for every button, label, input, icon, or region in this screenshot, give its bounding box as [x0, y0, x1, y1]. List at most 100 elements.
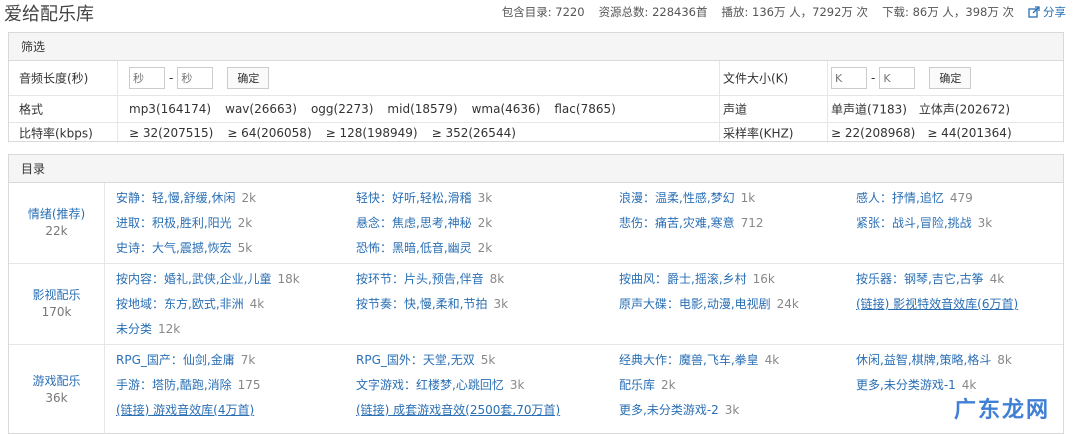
catalog-item-label[interactable]: 文字游戏：红楼梦,心跳回忆 — [356, 378, 504, 392]
catalog-item-label[interactable]: 浪漫：温柔,性感,梦幻 — [619, 191, 735, 205]
catalog-item[interactable]: 感人：抒情,追忆 479 — [856, 186, 1061, 211]
format-option[interactable]: mp3(164174) — [129, 102, 211, 116]
catalog-item-label[interactable]: 按节奏：快,慢,柔和,节拍 — [356, 297, 487, 311]
catalog-item[interactable]: 进取：积极,胜利,阳光 2k — [116, 211, 356, 236]
format-option[interactable]: flac(7865) — [554, 102, 615, 116]
group-name[interactable]: 游戏配乐 — [9, 373, 104, 390]
catalog-item-label[interactable]: 按内容：婚礼,武侠,企业,儿童 — [116, 272, 271, 286]
catalog-item-label[interactable]: 安静：轻,慢,舒缓,休闲 — [116, 191, 235, 205]
catalog-item[interactable]: 原声大碟：电影,动漫,电视剧 24k — [619, 292, 856, 317]
duration-min-input[interactable] — [129, 67, 165, 89]
catalog-item-count: 2k — [477, 241, 493, 255]
catalog-item-label[interactable]: RPG_国产：仙剑,金庸 — [116, 353, 235, 367]
group-items: 按内容：婚礼,武侠,企业,儿童 18k 按环节：片头,预告,伴音 8k 按曲风：爵士,摇… — [116, 267, 1061, 342]
format-option[interactable]: ogg(2273) — [311, 102, 373, 116]
catalog-item[interactable]: RPG_国外：天堂,无双 5k — [356, 348, 619, 373]
catalog-item-label[interactable]: 恐怖：黑暗,低音,幽灵 — [356, 241, 472, 255]
bitrate-option[interactable]: ≥ 64(206058) — [227, 126, 311, 140]
catalog-item[interactable]: 文字游戏：红楼梦,心跳回忆 3k — [356, 373, 619, 398]
catalog-item-count: 175 — [237, 378, 261, 392]
catalog-item[interactable]: 悬念：焦虑,思考,神秘 2k — [356, 211, 619, 236]
stats-bar: 包含目录: 7220 资源总数: 228436首 播放: 136万 人，7292… — [502, 4, 1066, 20]
format-option[interactable]: mid(18579) — [387, 102, 457, 116]
samplerate-option[interactable]: ≥ 22(208968) — [831, 126, 915, 140]
group-title[interactable]: 情绪(推荐) 22k — [9, 206, 104, 240]
catalog-item-label[interactable]: 更多,未分类游戏-1 — [856, 378, 956, 392]
bitrate-option[interactable]: ≥ 32(207515) — [129, 126, 213, 140]
catalog-item[interactable]: 悲伤：痛苦,灾难,寒意 712 — [619, 211, 856, 236]
catalog-item-label[interactable]: 按曲风：爵士,摇滚,乡村 — [619, 272, 747, 286]
catalog-item-label[interactable]: (链接) 游戏音效库(4万首) — [116, 403, 254, 417]
catalog-item-label[interactable]: 经典大作：魔兽,飞车,拳皇 — [619, 353, 759, 367]
play-stats: 播放: 136万 人，7292万 次 — [721, 5, 869, 19]
catalog-item-count: 4k — [989, 272, 1005, 286]
catalog-item-label[interactable]: (链接) 成套游戏音效(2500套,70万首) — [356, 403, 560, 417]
catalog-item[interactable]: 按节奏：快,慢,柔和,节拍 3k — [356, 292, 619, 317]
catalog-link-item[interactable]: (链接) 影视特效音效库(6万首) — [856, 292, 1061, 317]
catalog-item-label[interactable]: 按环节：片头,预告,伴音 — [356, 272, 484, 286]
range-separator: - — [871, 71, 876, 85]
format-option[interactable]: wav(26663) — [225, 102, 297, 116]
catalog-item[interactable]: 轻快：好听,轻松,滑稽 3k — [356, 186, 619, 211]
duration-max-input[interactable] — [177, 67, 214, 89]
catalog-item-label[interactable]: 按乐器：钢琴,吉它,古筝 — [856, 272, 984, 286]
catalog-item-label[interactable]: 悲伤：痛苦,灾难,寒意 — [619, 216, 735, 230]
samplerate-option[interactable]: ≥ 44(201364) — [927, 126, 1011, 140]
catalog-item-count: 18k — [277, 272, 300, 286]
group-title[interactable]: 影视配乐 170k — [9, 287, 104, 321]
catalog-item-label[interactable]: 轻快：好听,轻松,滑稽 — [356, 191, 472, 205]
catalog-item[interactable]: 手游：塔防,酷跑,消除 175 — [116, 373, 356, 398]
filter-row-bitrate: 比特率(kbps) ≥ 32(207515) ≥ 64(206058) ≥ 12… — [9, 123, 1063, 143]
catalog-item[interactable]: 按乐器：钢琴,吉它,古筝 4k — [856, 267, 1061, 292]
share-button[interactable]: 分享 — [1028, 4, 1066, 20]
group-count: 36k — [45, 390, 68, 405]
catalog-item-label[interactable]: 手游：塔防,酷跑,消除 — [116, 378, 232, 392]
catalog-item-count: 2k — [477, 216, 493, 230]
catalog-item[interactable]: 配乐库 2k — [619, 373, 856, 398]
catalog-item-label[interactable]: 按地域：东方,欧式,非洲 — [116, 297, 244, 311]
catalog-item-label[interactable]: (链接) 影视特效音效库(6万首) — [856, 297, 1018, 311]
catalog-item[interactable]: RPG_国产：仙剑,金庸 7k — [116, 348, 356, 373]
bitrate-option[interactable]: ≥ 352(26544) — [432, 126, 516, 140]
catalog-item-label[interactable]: 原声大碟：电影,动漫,电视剧 — [619, 297, 771, 311]
filesize-min-input[interactable] — [831, 67, 867, 89]
catalog-item[interactable]: 紧张：战斗,冒险,挑战 3k — [856, 211, 1061, 236]
filesize-ok-button[interactable]: 确定 — [929, 67, 972, 89]
catalog-item[interactable]: 经典大作：魔兽,飞车,拳皇 4k — [619, 348, 856, 373]
group-items: RPG_国产：仙剑,金庸 7k RPG_国外：天堂,无双 5k 经典大作：魔兽,飞车,拳… — [116, 348, 1061, 423]
catalog-link-item[interactable]: (链接) 游戏音效库(4万首) — [116, 398, 356, 423]
catalog-item[interactable]: 休闲,益智,棋牌,策略,格斗 8k — [856, 348, 1061, 373]
bitrate-option[interactable]: ≥ 128(198949) — [326, 126, 418, 140]
catalog-link-item[interactable]: (链接) 成套游戏音效(2500套,70万首) — [356, 398, 619, 423]
catalog-item[interactable]: 更多,未分类游戏-2 3k — [619, 398, 856, 423]
catalog-item-label[interactable]: 更多,未分类游戏-2 — [619, 403, 719, 417]
group-title[interactable]: 游戏配乐 36k — [9, 373, 104, 407]
catalog-item[interactable]: 未分类 12k — [116, 317, 356, 342]
catalog-item-label[interactable]: 紧张：战斗,冒险,挑战 — [856, 216, 972, 230]
catalog-item-count: 12k — [158, 322, 181, 336]
channel-option[interactable]: 立体声(202672) — [919, 101, 1010, 118]
format-option[interactable]: wma(4636) — [472, 102, 541, 116]
catalog-item[interactable]: 按内容：婚礼,武侠,企业,儿童 18k — [116, 267, 356, 292]
catalog-item[interactable]: 按地域：东方,欧式,非洲 4k — [116, 292, 356, 317]
catalog-item[interactable]: 按曲风：爵士,摇滚,乡村 16k — [619, 267, 856, 292]
catalog-item[interactable]: 按环节：片头,预告,伴音 8k — [356, 267, 619, 292]
catalog-item[interactable]: 浪漫：温柔,性感,梦幻 1k — [619, 186, 856, 211]
catalog-item-label[interactable]: 悬念：焦虑,思考,神秘 — [356, 216, 472, 230]
channel-option[interactable]: 单声道(7183) — [831, 101, 907, 118]
catalog-item[interactable]: 史诗：大气,震撼,恢宏 5k — [116, 236, 356, 261]
catalog-item-label[interactable]: 休闲,益智,棋牌,策略,格斗 — [856, 353, 991, 367]
catalog-item-label[interactable]: 进取：积极,胜利,阳光 — [116, 216, 232, 230]
group-name[interactable]: 情绪(推荐) — [9, 206, 104, 223]
filesize-max-input[interactable] — [879, 67, 916, 89]
duration-ok-button[interactable]: 确定 — [227, 67, 270, 89]
catalog-item-label[interactable]: RPG_国外：天堂,无双 — [356, 353, 475, 367]
catalog-item-label[interactable]: 史诗：大气,震撼,恢宏 — [116, 241, 232, 255]
catalog-item-count: 3k — [477, 191, 493, 205]
catalog-item[interactable]: 安静：轻,慢,舒缓,休闲 2k — [116, 186, 356, 211]
catalog-item-label[interactable]: 配乐库 — [619, 378, 655, 392]
catalog-item[interactable]: 恐怖：黑暗,低音,幽灵 2k — [356, 236, 619, 261]
catalog-item-label[interactable]: 感人：抒情,追忆 — [856, 191, 944, 205]
group-name[interactable]: 影视配乐 — [9, 287, 104, 304]
catalog-item-label[interactable]: 未分类 — [116, 322, 152, 336]
